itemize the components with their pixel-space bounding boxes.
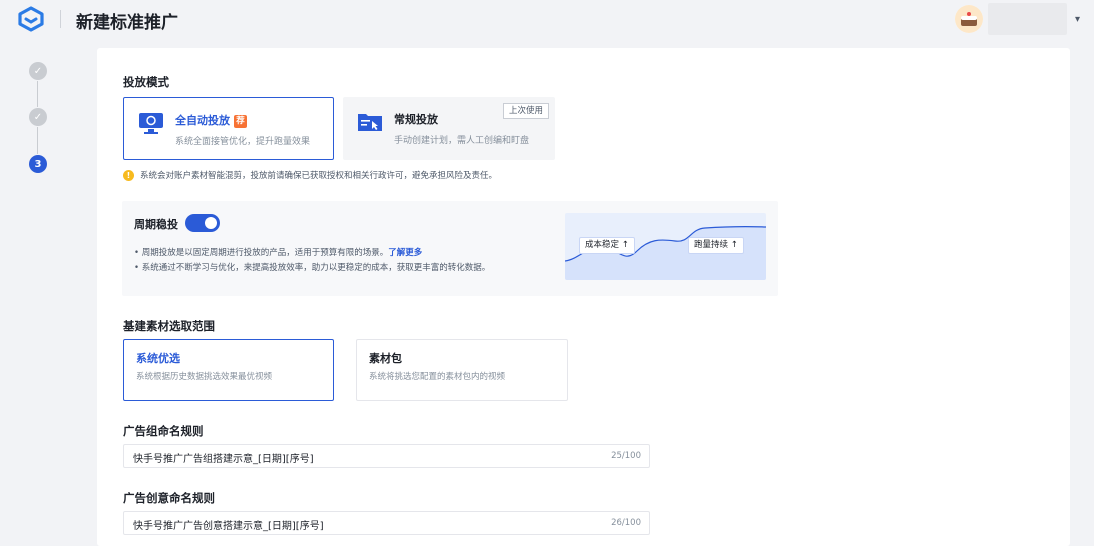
toggle-knob (205, 217, 217, 229)
step-1-done[interactable]: ✓ (29, 62, 47, 80)
recommend-badge: 荐 (234, 115, 247, 128)
main-form-card: 投放模式 全自动投放荐 系统全面接管优化，提升跑量效果 常规投放 手动创建计划，… (97, 48, 1070, 546)
header-divider (60, 10, 61, 28)
volume-sustained-tag: 跑量持续 ↑ (688, 237, 744, 254)
creative-name-value: 快手号推广广告创意搭建示意_[日期][序号] (133, 521, 324, 532)
mode-normal-desc: 手动创建计划，需人工创编和盯盘 (394, 136, 530, 146)
warning-row: ! 系统会对账户素材智能混剪，投放前请确保已获取授权和相关行政许可，避免承担风险… (123, 169, 497, 181)
cycle-bullet-1-text: 周期投放是以固定周期进行投放的产品，适用于预算有限的场景。 (141, 248, 389, 258)
mode-auto-title-text: 全自动投放 (175, 114, 230, 127)
delivery-mode-label: 投放模式 (123, 75, 169, 89)
ad-group-name-input[interactable]: 快手号推广广告组搭建示意_[日期][序号] 25/100 (123, 444, 650, 468)
warning-text: 系统会对账户素材智能混剪，投放前请确保已获取授权和相关行政许可，避免承担风险及责… (140, 171, 498, 181)
material-system-desc: 系统根据历史数据挑选效果最优视频 (136, 372, 273, 382)
mode-normal-option[interactable]: 常规投放 手动创建计划，需人工创编和盯盘 上次使用 (343, 97, 555, 160)
step-connector (37, 81, 38, 107)
page-title: 新建标准推广 (76, 13, 178, 33)
avatar-cake-icon (955, 5, 983, 33)
user-avatar[interactable] (955, 5, 983, 33)
step-connector (37, 127, 38, 154)
folder-manual-icon (358, 114, 382, 131)
step-2-done[interactable]: ✓ (29, 108, 47, 126)
cycle-toggle[interactable] (185, 214, 220, 232)
cycle-bullet-2: • 系统通过不断学习与优化，来提高投放效率，助力以更稳定的成本，获取更丰富的转化… (134, 263, 491, 273)
last-used-tag: 上次使用 (502, 103, 549, 119)
material-system-option[interactable]: 系统优选 系统根据历史数据挑选效果最优视频 (123, 339, 334, 401)
app-logo-icon[interactable] (17, 6, 45, 32)
learn-more-link[interactable]: 了解更多 (388, 248, 422, 258)
step-3-active[interactable]: 3 (29, 155, 47, 173)
cycle-delivery-panel: 周期稳投 • 周期投放是以固定周期进行投放的产品，适用于预算有限的场景。了解更多… (122, 201, 778, 296)
creative-name-label: 广告创意命名规则 (123, 491, 215, 505)
ad-group-name-value: 快手号推广广告组搭建示意_[日期][序号] (133, 454, 314, 465)
cycle-bullet-1: • 周期投放是以固定周期进行投放的产品，适用于预算有限的场景。了解更多 (134, 248, 423, 258)
cycle-title: 周期稳投 (134, 218, 178, 231)
warning-icon: ! (123, 169, 134, 181)
material-pack-title: 素材包 (369, 352, 402, 365)
top-header: 新建标准推广 ▾ (0, 0, 1094, 40)
cycle-illustration: 成本稳定 ↑ 跑量持续 ↑ (565, 213, 766, 280)
material-pack-desc: 系统将挑选您配置的素材包内的视频 (369, 372, 506, 382)
monitor-auto-icon (139, 113, 163, 134)
cycle-bullet-2-text: 系统通过不断学习与优化，来提高投放效率，助力以更稳定的成本，获取更丰富的转化数据… (141, 263, 491, 273)
ad-group-name-label: 广告组命名规则 (123, 424, 204, 438)
chevron-down-icon[interactable]: ▾ (1075, 14, 1080, 25)
material-pack-option[interactable]: 素材包 系统将挑选您配置的素材包内的视频 (356, 339, 568, 401)
creative-name-input[interactable]: 快手号推广广告创意搭建示意_[日期][序号] 26/100 (123, 511, 650, 535)
mode-auto-desc: 系统全面接管优化，提升跑量效果 (175, 137, 311, 147)
mode-auto-title: 全自动投放荐 (175, 112, 247, 128)
mode-auto-option[interactable]: 全自动投放荐 系统全面接管优化，提升跑量效果 (123, 97, 334, 160)
material-system-title: 系统优选 (136, 352, 180, 365)
ad-group-name-count: 25/100 (611, 451, 641, 461)
cost-stable-tag: 成本稳定 ↑ (579, 237, 635, 254)
user-name-block[interactable] (988, 3, 1067, 35)
mode-normal-title: 常规投放 (394, 113, 438, 126)
creative-name-count: 26/100 (611, 518, 641, 528)
material-scope-label: 基建素材选取范围 (123, 319, 215, 333)
